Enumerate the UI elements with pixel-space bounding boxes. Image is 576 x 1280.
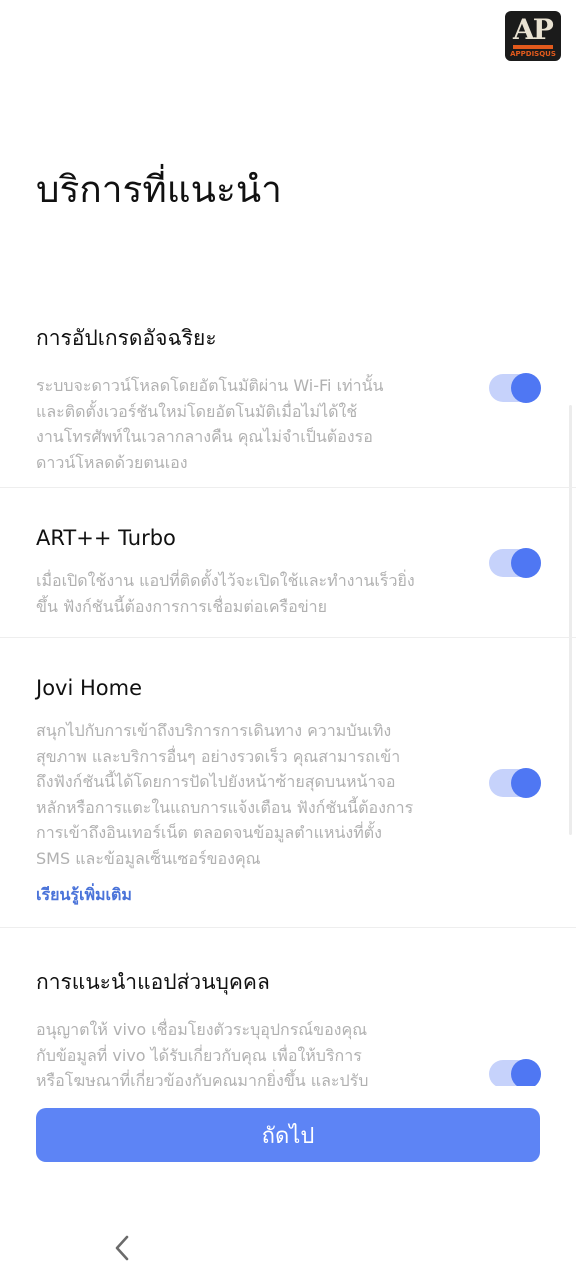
list-item-art-turbo: ART++ Turbo เมื่อเปิดใช้งาน แอปที่ติดตั้… — [0, 526, 492, 619]
item-description: สนุกไปกับการเข้าถึงบริการการเดินทาง ความ… — [36, 718, 456, 871]
toggle-knob — [511, 373, 541, 403]
desc-line: สนุกไปกับการเข้าถึงบริการการเดินทาง ความ… — [36, 721, 392, 740]
page-title: บริการที่แนะนำ — [36, 168, 282, 211]
chevron-left-icon[interactable] — [110, 1233, 134, 1263]
desc-line: SMS และข้อมูลเซ็นเซอร์ของคุณ — [36, 848, 261, 868]
next-button[interactable]: ถัดไป — [36, 1108, 540, 1162]
toggle-knob — [511, 768, 541, 798]
list-item-jovi-home: Jovi Home สนุกไปกับการเข้าถึงบริการการเด… — [0, 676, 492, 908]
item-description: อนุญาตให้ vivo เชื่อมโยงตัวระบุอุปกรณ์ขอ… — [36, 1017, 456, 1086]
desc-line: หลักหรือการแตะในแถบการแจ้งเตือน ฟังก์ชัน… — [36, 797, 414, 817]
desc-line: กับข้อมูลที่ vivo ได้รับเกี่ยวกับคุณ เพื… — [36, 1045, 362, 1065]
toggle-jovi-home[interactable] — [489, 768, 541, 798]
appdisqus-logo: AP APPDISQUS — [505, 11, 561, 61]
desc-line: อนุญาตให้ vivo เชื่อมโยงตัวระบุอุปกรณ์ขอ… — [36, 1020, 368, 1039]
item-description: เมื่อเปิดใช้งาน แอปที่ติดตั้งไว้จะเปิดใช… — [36, 568, 456, 619]
desc-line: สุขภาพ และบริการอื่นๆ อย่างรวดเร็ว คุณสา… — [36, 746, 401, 766]
item-title: Jovi Home — [36, 676, 142, 700]
desc-line: เมื่อเปิดใช้งาน แอปที่ติดตั้งไว้จะเปิดใช… — [36, 571, 415, 590]
toggle-personal-app-recommendation[interactable] — [489, 1059, 541, 1086]
item-title: ART++ Turbo — [36, 526, 176, 550]
desc-line: และติดตั้งเวอร์ชันใหม่โดยอัตโนมัติเมื่อไ… — [36, 401, 358, 421]
divider — [0, 487, 576, 488]
item-description: ระบบจะดาวน์โหลดโดยอัตโนมัติผ่าน Wi-Fi เท… — [36, 373, 456, 475]
divider — [0, 637, 576, 638]
desc-line: ถึงฟังก์ชันนี้ได้โดยการปัดไปยังหน้าซ้ายส… — [36, 772, 396, 791]
logo-bar — [513, 45, 553, 49]
item-title: การแนะนำแอปส่วนบุคคล — [36, 970, 270, 994]
logo-mark: AP — [513, 13, 554, 46]
services-list[interactable]: การอัปเกรดอัจฉริยะ ระบบจะดาวน์โหลดโดยอัต… — [0, 300, 576, 1086]
desc-line: การเข้าถึงอินเทอร์เน็ต ตลอดจนข้อมูลตำแหน… — [36, 823, 382, 842]
toggle-smart-upgrade[interactable] — [489, 373, 541, 403]
desc-line: หรือโฆษณาที่เกี่ยวข้องกับคุณมากยิ่งขึ้น … — [36, 1071, 369, 1086]
list-item-personal-app-recommendation: การแนะนำแอปส่วนบุคคล อนุญาตให้ vivo เชื่… — [0, 966, 492, 1086]
list-item-smart-upgrade: การอัปเกรดอัจฉริยะ ระบบจะดาวน์โหลดโดยอัต… — [0, 322, 492, 475]
divider — [0, 927, 576, 928]
toggle-knob — [511, 548, 541, 578]
item-title: การอัปเกรดอัจฉริยะ — [36, 326, 217, 350]
desc-line: ระบบจะดาวน์โหลดโดยอัตโนมัติผ่าน Wi-Fi เท… — [36, 376, 384, 395]
desc-line: ขึ้น ฟังก์ชันนี้ต้องการการเชื่อมต่อเครือ… — [36, 596, 328, 616]
toggle-knob — [511, 1059, 541, 1086]
desc-line: ดาวน์โหลดด้วยตนเอง — [36, 452, 188, 472]
desc-line: งานโทรศัพท์ในเวลากลางคืน คุณไม่จำเป็นต้อ… — [36, 427, 373, 446]
toggle-art-turbo[interactable] — [489, 548, 541, 578]
logo-subtext: APPDISQUS — [510, 50, 556, 58]
learn-more-link[interactable]: เรียนรู้เพิ่มเติม — [36, 885, 132, 904]
